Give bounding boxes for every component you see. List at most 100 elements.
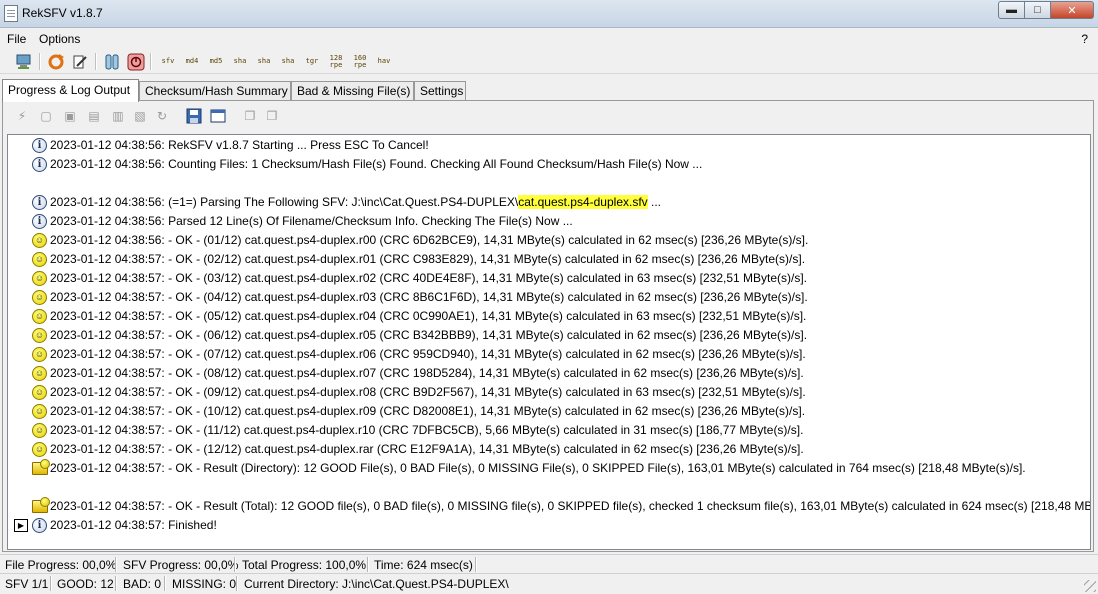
refresh-button[interactable] — [46, 52, 66, 71]
clipboard-button[interactable]: ▤ — [85, 107, 103, 125]
minimize-button[interactable]: ▬ — [998, 1, 1025, 19]
delete-button[interactable]: ▧ — [131, 107, 149, 125]
file-progress: File Progress: 00,0% — [5, 558, 117, 572]
folder-icon — [32, 459, 50, 475]
tab-settings[interactable]: Settings — [414, 81, 466, 101]
rerun-button[interactable]: ↻ — [153, 107, 171, 125]
log-text: 2023-01-12 04:38:56: - OK - (01/12) cat.… — [50, 233, 809, 247]
log-output[interactable]: i 2023-01-12 04:38:56: RekSFV v1.8.7 Star… — [7, 134, 1091, 550]
log-text: 2023-01-12 04:38:57: - OK - (03/12) cat.… — [50, 271, 808, 285]
stop-button[interactable] — [126, 52, 146, 71]
log-text-prefix: 2023-01-12 04:38:56: (=1=) Parsing The F… — [50, 195, 519, 209]
elapsed-time: Time: 624 msec(s) — [374, 558, 473, 572]
menu-help[interactable]: ? — [1081, 32, 1088, 46]
status-divider — [236, 576, 237, 591]
good-count: GOOD: 12 — [57, 577, 114, 591]
log-text: 2023-01-12 04:38:57: - OK - (06/12) cat.… — [50, 328, 808, 342]
info-icon: i — [32, 214, 47, 229]
document-icon: ▢ — [40, 109, 52, 123]
app-icon — [4, 5, 18, 22]
tab-checksum-summary[interactable]: Checksum/Hash Summary — [139, 81, 291, 101]
window-button[interactable] — [209, 107, 227, 125]
lightning-button[interactable]: ⚡ — [13, 107, 31, 125]
log-text: 2023-01-12 04:38:57: - OK - Result (Tota… — [50, 499, 1091, 513]
copy-all-button[interactable]: ❐ — [263, 107, 281, 125]
bad-count: BAD: 0 — [123, 577, 162, 591]
create-ripemd160-button[interactable]: 160 rpe — [350, 52, 370, 71]
smile-icon: ☺ — [28, 309, 47, 327]
result-status-bar: SFV 1/1 GOOD: 12 BAD: 0 MISSING: 0 Curre… — [0, 573, 1098, 594]
smile-icon: ☺ — [28, 328, 47, 346]
smile-icon: ☺ — [28, 347, 47, 365]
title-bar: RekSFV v1.8.7 ▬ □ ✕ — [0, 0, 1098, 28]
log-text: 2023-01-12 04:38:57: - OK - (11/12) cat.… — [50, 423, 804, 437]
menu-bar: File Options ? — [0, 29, 1098, 48]
sfv-count: SFV 1/1 — [5, 577, 49, 591]
toolbar-separator — [39, 53, 40, 70]
copy-button[interactable]: ❐ — [241, 107, 259, 125]
log-text: 2023-01-12 04:38:57: - OK - (04/12) cat.… — [50, 290, 808, 304]
log-text: 2023-01-12 04:38:57: - OK - Result (Dire… — [50, 461, 1026, 475]
tab-bad-missing[interactable]: Bad & Missing File(s) — [291, 81, 414, 101]
smile-icon: ☺ — [28, 442, 47, 460]
smile-icon: ☺ — [28, 366, 47, 384]
main-toolbar: sfv md4 md5 sha sha sha tgr 128 rpe 160 … — [0, 49, 1098, 74]
document-button[interactable]: ▢ — [37, 107, 55, 125]
tab-panel: ⚡ ▢ ▣ ▤ ▥ ▧ ↻ ❐ ❐ i 2023-01-12 04:38:56: … — [2, 100, 1094, 552]
create-ripemd128-button[interactable]: 128 rpe — [326, 52, 346, 71]
edit-button[interactable] — [70, 52, 90, 71]
log-text-suffix: ... — [647, 195, 661, 209]
close-button[interactable]: ✕ — [1051, 1, 1094, 19]
menu-file[interactable]: File — [7, 32, 26, 46]
highlighted-filename: cat.quest.ps4-duplex.sfv — [518, 195, 648, 209]
log-text: 2023-01-12 04:38:56: RekSFV v1.8.7 Start… — [50, 138, 429, 152]
image-icon: ▣ — [64, 109, 76, 123]
create-sfv-button[interactable]: sfv — [158, 52, 178, 71]
maximize-button[interactable]: □ — [1025, 1, 1051, 19]
resize-grip[interactable] — [1084, 580, 1096, 592]
save-button[interactable] — [185, 107, 203, 125]
window-title: RekSFV v1.8.7 — [22, 6, 103, 20]
create-md4-button[interactable]: md4 — [182, 52, 202, 71]
lightning-icon: ⚡ — [17, 109, 27, 123]
image-button[interactable]: ▣ — [61, 107, 79, 125]
save-icon — [186, 108, 202, 124]
log-text: 2023-01-12 04:38:56: (=1=) Parsing The F… — [50, 193, 661, 212]
paste-button[interactable]: ▥ — [109, 107, 127, 125]
window-icon — [210, 109, 226, 123]
create-sha5-button[interactable]: sha — [278, 52, 298, 71]
minimize-icon: ▬ — [1006, 4, 1017, 16]
tab-progress-log[interactable]: Progress & Log Output — [2, 79, 139, 102]
status-divider — [115, 576, 116, 591]
smile-icon: ☺ — [28, 290, 47, 308]
log-text: 2023-01-12 04:38:57: - OK - (05/12) cat.… — [50, 309, 807, 323]
sfv-progress: SFV Progress: 00,0% — [123, 558, 239, 572]
toolbar-separator — [95, 53, 96, 70]
create-md5-button[interactable]: md5 — [206, 52, 226, 71]
create-tiger-button[interactable]: tgr — [302, 52, 322, 71]
smile-icon: ☺ — [28, 252, 47, 270]
smile-icon: ☺ — [28, 404, 47, 422]
create-haval-button[interactable]: hav — [374, 52, 394, 71]
delete-icon: ▧ — [134, 109, 146, 123]
log-toolbar: ⚡ ▢ ▣ ▤ ▥ ▧ ↻ ❐ ❐ — [7, 105, 1087, 129]
window-controls: ▬ □ ✕ — [998, 1, 1094, 19]
create-sha1-button[interactable]: sha — [230, 52, 250, 71]
log-text: 2023-01-12 04:38:56: Parsed 12 Line(s) O… — [50, 214, 573, 228]
menu-options[interactable]: Options — [39, 32, 80, 46]
status-divider — [50, 576, 51, 591]
close-icon: ✕ — [1067, 4, 1077, 17]
info-icon: i — [32, 138, 47, 153]
computer-icon — [16, 54, 31, 69]
toolbar-separator — [150, 53, 151, 70]
log-text: 2023-01-12 04:38:57: - OK - (10/12) cat.… — [50, 404, 806, 418]
pause-button[interactable] — [102, 52, 122, 71]
info-icon: i — [32, 195, 47, 210]
total-progress: Total Progress: 100,0% — [242, 558, 367, 572]
create-sha2-button[interactable]: sha — [254, 52, 274, 71]
maximize-icon: □ — [1034, 4, 1041, 16]
open-folder-button[interactable] — [14, 52, 34, 71]
refresh-icon — [48, 53, 64, 69]
log-text: 2023-01-12 04:38:57: - OK - (08/12) cat.… — [50, 366, 804, 380]
progress-status-bar: File Progress: 00,0% SFV Progress: 00,0%… — [0, 554, 1098, 573]
